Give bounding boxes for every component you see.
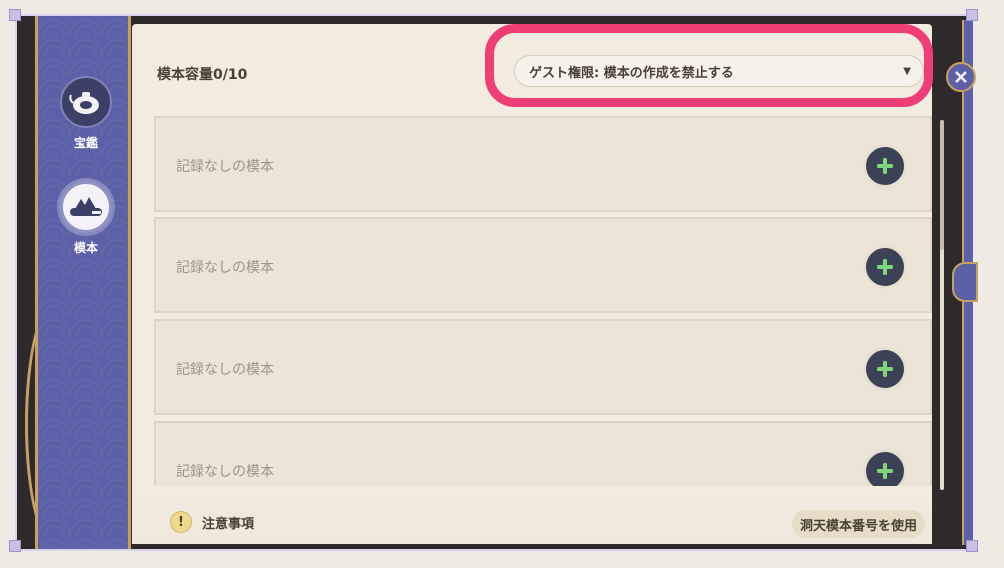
scrollbar[interactable]	[940, 120, 944, 490]
blueprint-slot: 記録なしの模本	[154, 217, 932, 313]
slot-label: 記録なしの模本	[176, 464, 274, 480]
frame-corner	[9, 9, 21, 21]
use-blueprint-code-button[interactable]: 洞天模本番号を使用	[792, 510, 926, 538]
add-blueprint-button[interactable]	[863, 144, 907, 188]
blueprint-panel: 模本容量0/10 ゲスト権限: 模本の作成を禁止する ▼ 記録なしの模本 記録な…	[132, 24, 944, 544]
sidebar-item-blueprints[interactable]: 模本	[38, 181, 134, 256]
plus-icon	[877, 361, 893, 377]
close-button[interactable]	[946, 62, 976, 92]
dropdown-value: ゲスト権限: 模本の作成を禁止する	[529, 65, 734, 81]
blueprint-slot: 記録なしの模本	[154, 116, 932, 212]
scrollbar-thumb[interactable]	[940, 120, 944, 250]
footer-bar: ! 注意事項 洞天模本番号を使用	[132, 492, 932, 544]
guest-permission-dropdown[interactable]: ゲスト権限: 模本の作成を禁止する ▼	[514, 55, 924, 87]
plus-icon	[877, 463, 893, 479]
capacity-label: 模本容量0/10	[157, 67, 248, 83]
frame-corner	[966, 540, 978, 552]
exclamation-icon: !	[170, 511, 192, 533]
slot-label: 記録なしの模本	[176, 362, 274, 378]
add-blueprint-button[interactable]	[863, 245, 907, 289]
slot-label: 記録なしの模本	[176, 159, 274, 175]
plus-icon	[877, 259, 893, 275]
sidebar-item-label: 宝鑑	[73, 136, 98, 150]
slot-label: 記録なしの模本	[176, 260, 274, 276]
chevron-down-icon: ▼	[903, 65, 911, 77]
add-blueprint-button[interactable]	[863, 347, 907, 391]
sidebar: 宝鑑 模本	[35, 16, 131, 549]
notice-label: 注意事項	[202, 516, 255, 532]
blueprint-slot-list: 記録なしの模本 記録なしの模本 記録なしの模本 記録なしの模本	[154, 116, 932, 486]
blueprint-slot: 記録なしの模本	[154, 421, 932, 486]
close-icon	[955, 71, 967, 83]
sidebar-item-label: 模本	[73, 241, 98, 255]
side-tab-handle[interactable]	[952, 262, 978, 302]
sidebar-item-treasures[interactable]: 宝鑑	[38, 76, 134, 151]
blueprint-icon	[60, 181, 112, 233]
add-blueprint-button[interactable]	[863, 449, 907, 486]
teapot-icon	[60, 76, 112, 128]
app-window: 宝鑑 模本 模本容量0/10 ゲスト権限: 模本の作成を禁止する ▼ 記録なしの…	[15, 14, 973, 551]
blueprint-slot: 記録なしの模本	[154, 319, 932, 415]
notice-button[interactable]: ! 注意事項	[170, 511, 254, 533]
frame-corner	[966, 9, 978, 21]
plus-icon	[877, 158, 893, 174]
frame-corner	[9, 540, 21, 552]
